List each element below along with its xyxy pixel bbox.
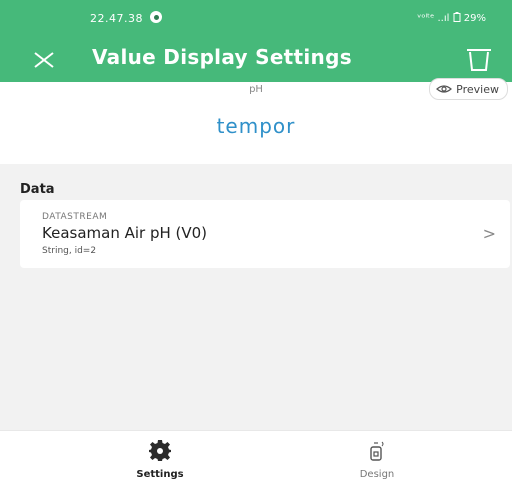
battery-level: 29% [463,13,486,24]
settings-content: Data DATASTREAM Keasaman Air pH (V0) Str… [0,164,512,430]
datastream-label: DATASTREAM [42,212,108,222]
close-icon [34,52,54,68]
page-title: Value Display Settings [92,45,352,69]
tab-design-label: Design [359,469,395,480]
trash-icon [467,49,491,71]
eye-icon [436,85,453,93]
section-title-data: Data [20,182,55,197]
gear-icon [149,440,171,461]
close-button[interactable] [30,44,60,74]
tab-settings[interactable]: Settings [100,437,220,480]
chevron-right-icon: > [482,224,496,243]
app-bar: Value Display Settings [0,36,512,82]
datastream-meta: String, id=2 [42,246,97,256]
tab-settings-label: Settings [136,469,184,480]
battery-icon [453,12,461,22]
preview-area: pH Preview tempor [0,78,512,164]
bottom-nav: Settings Design [0,430,512,497]
design-icon [370,441,384,461]
datastream-name: Keasaman Air pH (V0) [42,224,208,242]
status-time: 22.47.38 [90,12,143,25]
signal-text: ᵛᵒˡᵗᵉ ..ıl [417,13,450,24]
preview-value: tempor [216,114,296,138]
preview-label: Preview [456,82,499,96]
delete-button[interactable] [464,42,494,74]
tab-design[interactable]: Design [317,437,437,480]
datastream-card[interactable]: DATASTREAM Keasaman Air pH (V0) String, … [20,200,510,268]
status-bar: 22.47.38 ᵛᵒˡᵗᵉ ..ıl 29% [0,0,512,36]
notification-icon [150,11,162,23]
status-indicators: ᵛᵒˡᵗᵉ ..ıl 29% [417,12,486,24]
preview-button[interactable]: Preview [429,78,508,100]
